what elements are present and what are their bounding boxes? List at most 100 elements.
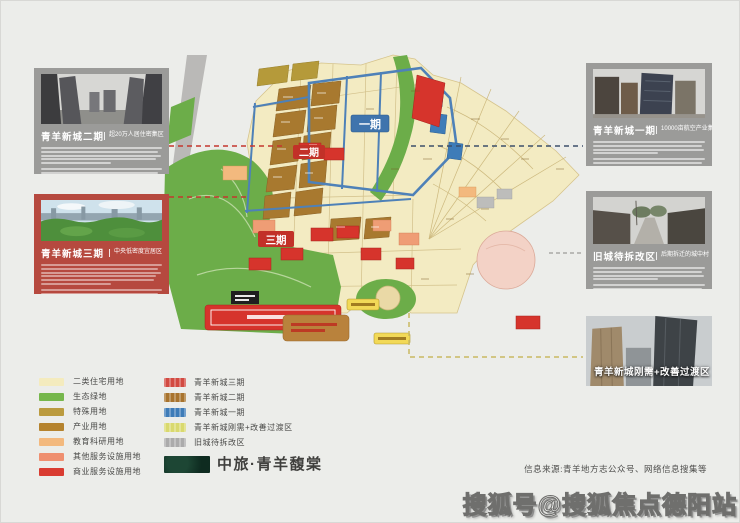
card-phase1: 青羊新城一期 10000亩航空产业集群 bbox=[586, 63, 712, 166]
phase3-label: 三期 bbox=[266, 234, 287, 247]
master-plan-map: 一期 二期 三期 bbox=[161, 49, 591, 354]
body-textline bbox=[41, 158, 156, 160]
body-textline bbox=[593, 288, 702, 289]
sohu-watermark: 搜狐号@搜狐焦点德阳站 bbox=[463, 485, 737, 520]
card-phase1-body2 bbox=[593, 158, 705, 166]
body-textline bbox=[593, 278, 658, 280]
legend-label: 旧城待拆改区 bbox=[194, 437, 245, 448]
card-phase3-subtitle: 中央低密度宜居区 bbox=[109, 249, 162, 257]
phase1-label: 一期 bbox=[359, 117, 381, 131]
body-textline bbox=[41, 155, 161, 157]
legend-label: 商业服务设施用地 bbox=[73, 466, 141, 477]
card-phase3: 青羊新城三期 中央低密度宜居区 bbox=[34, 194, 169, 294]
body-textline bbox=[41, 168, 162, 170]
card-phase2: 青羊新城二期 超20万人居住密集区 bbox=[34, 68, 169, 174]
legend-swatch bbox=[39, 438, 64, 446]
body-textline bbox=[41, 172, 158, 174]
card-phase1-subtitle: 10000亩航空产业集群 bbox=[656, 126, 712, 134]
legend-row: 特殊用地 bbox=[39, 404, 141, 419]
legend-swatch bbox=[39, 378, 64, 386]
legend-label: 青羊新城一期 bbox=[194, 407, 245, 418]
legend-row: 青羊新城三期 bbox=[164, 375, 293, 390]
legend-swatch bbox=[164, 408, 186, 417]
card-phase1-body bbox=[593, 141, 705, 154]
card-phase2-subtitle: 超20万人居住密集区 bbox=[104, 132, 164, 140]
body-textline bbox=[593, 158, 705, 160]
legend-row: 其他服务设施用地 bbox=[39, 449, 141, 464]
legend-row: 青羊新城刚需+改善过渡区 bbox=[164, 420, 293, 435]
project-marker bbox=[231, 291, 259, 304]
body-textline bbox=[41, 283, 111, 285]
body-textline bbox=[593, 275, 704, 277]
project-logo-image bbox=[164, 456, 210, 473]
body-textline bbox=[41, 272, 161, 274]
card-transition-zone: 青羊新城刚需+改善过渡区 bbox=[586, 316, 712, 386]
card-phase1-title: 青羊新城一期 bbox=[593, 123, 656, 137]
body-textline bbox=[593, 152, 658, 154]
body-textline bbox=[41, 279, 154, 281]
legend-land-use: 二类住宅用地生态绿地特殊用地产业用地教育科研用地其他服务设施用地商业服务设施用地 bbox=[39, 374, 141, 479]
legend-label: 青羊新城二期 bbox=[194, 392, 245, 403]
legend-label: 特殊用地 bbox=[73, 406, 107, 417]
legend-swatch bbox=[39, 423, 64, 431]
legend-swatch bbox=[164, 423, 186, 432]
legend-label: 二类住宅用地 bbox=[73, 376, 124, 387]
photo-phase3-central-park bbox=[41, 200, 162, 241]
legend-label: 生态绿地 bbox=[73, 391, 107, 402]
card-oldtown-title: 旧城待拆改区 bbox=[593, 249, 656, 263]
card-phase3-body bbox=[41, 264, 162, 285]
body-textline bbox=[593, 267, 705, 269]
body-textline bbox=[41, 151, 158, 153]
legend-label: 青羊新城三期 bbox=[194, 377, 245, 388]
body-textline bbox=[41, 275, 156, 277]
photo-phase1-towers bbox=[593, 69, 705, 118]
phase2-label: 二期 bbox=[299, 146, 319, 159]
photo-phase2-street-canyon bbox=[41, 74, 162, 124]
project-logo-text: 中旅·青羊馥棠 bbox=[217, 453, 323, 474]
legend-row: 商业服务设施用地 bbox=[39, 464, 141, 479]
body-textline bbox=[41, 162, 111, 164]
legend-swatch bbox=[39, 393, 64, 401]
legend-label: 其他服务设施用地 bbox=[73, 451, 141, 462]
body-textline bbox=[593, 149, 704, 151]
card-oldtown-subtitle: 后期拆迁的城中村 bbox=[656, 252, 709, 260]
legend-row: 青羊新城一期 bbox=[164, 405, 293, 420]
info-source-text: 信息来源:青羊地方志公众号、网络信息搜集等 bbox=[524, 463, 707, 475]
legend-row: 青羊新城二期 bbox=[164, 390, 293, 405]
legend-row: 产业用地 bbox=[39, 419, 141, 434]
legend-swatch bbox=[164, 393, 186, 402]
park-circle bbox=[477, 231, 535, 289]
legend-phases: 青羊新城三期青羊新城二期青羊新城一期青羊新城刚需+改善过渡区旧城待拆改区 bbox=[164, 375, 293, 450]
legend-label: 产业用地 bbox=[73, 421, 107, 432]
card-oldtown: 旧城待拆改区 后期拆迁的城中村 bbox=[586, 191, 712, 289]
legend-row: 生态绿地 bbox=[39, 389, 141, 404]
legend-swatch bbox=[39, 453, 64, 461]
body-textline bbox=[41, 293, 158, 294]
legend-row: 教育科研用地 bbox=[39, 434, 141, 449]
legend-label: 青羊新城刚需+改善过渡区 bbox=[194, 422, 293, 433]
card-phase3-title: 青羊新城三期 bbox=[41, 246, 104, 260]
legend-row: 二类住宅用地 bbox=[39, 374, 141, 389]
legend-swatch bbox=[39, 468, 64, 476]
body-textline bbox=[41, 268, 158, 270]
photo-oldtown-street bbox=[593, 197, 705, 244]
legend-swatch bbox=[164, 438, 186, 447]
body-textline bbox=[593, 141, 705, 143]
card-phase2-body2 bbox=[41, 168, 162, 174]
legend-label: 教育科研用地 bbox=[73, 436, 124, 447]
body-textline bbox=[41, 264, 162, 266]
body-textline bbox=[593, 162, 702, 164]
legend-swatch bbox=[39, 408, 64, 416]
body-textline bbox=[593, 145, 702, 147]
body-textline bbox=[593, 271, 702, 273]
body-textline bbox=[41, 147, 162, 149]
legend-row: 旧城待拆改区 bbox=[164, 435, 293, 450]
card-phase3-body2 bbox=[41, 289, 162, 294]
body-textline bbox=[41, 289, 162, 291]
legend-swatch bbox=[164, 378, 186, 387]
card-phase2-title: 青羊新城二期 bbox=[41, 129, 104, 143]
school-parcel bbox=[283, 315, 349, 341]
card-transition-caption: 青羊新城刚需+改善过渡区 bbox=[594, 364, 708, 378]
card-oldtown-body bbox=[593, 267, 705, 280]
body-textline bbox=[593, 284, 705, 286]
